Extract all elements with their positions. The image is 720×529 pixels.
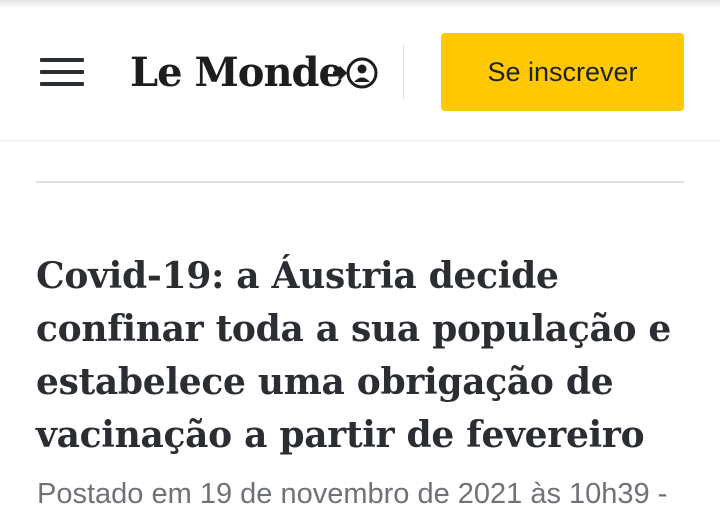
article-headline: Covid-19: a Áustria decide confinar toda… <box>36 255 672 456</box>
article-byline: Postado em 19 de novembro de 2021 às 10h… <box>37 478 668 510</box>
header-divider <box>403 44 404 100</box>
site-header: Le Monde Se inscrever <box>0 0 720 141</box>
le-monde-logo[interactable]: Le Monde <box>130 44 344 100</box>
logo-text: Le Monde <box>130 48 344 96</box>
hamburger-menu-icon[interactable] <box>40 54 84 90</box>
subscribe-button[interactable]: Se inscrever <box>441 33 684 111</box>
section-divider <box>36 181 684 183</box>
account-login-icon[interactable] <box>331 56 379 90</box>
